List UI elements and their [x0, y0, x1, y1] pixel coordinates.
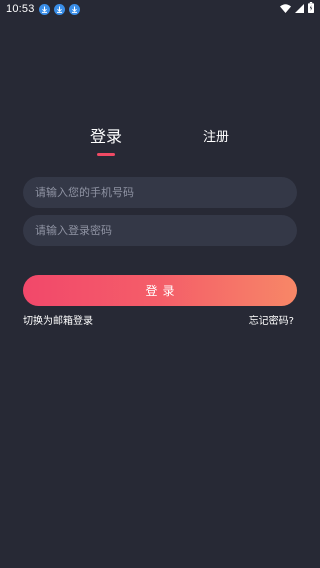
- phone-input[interactable]: [23, 177, 297, 208]
- download-icon: [53, 3, 65, 15]
- download-icon: [38, 3, 50, 15]
- status-bar: 10:53: [0, 0, 320, 18]
- download-icon: [68, 3, 80, 15]
- tab-register[interactable]: 注册: [203, 129, 229, 147]
- wifi-icon: [280, 3, 291, 16]
- active-tab-indicator: [97, 153, 115, 156]
- status-icons: [280, 2, 314, 16]
- switch-to-email-link[interactable]: 切换为邮箱登录: [23, 315, 93, 329]
- auth-tabs: 登录 注册: [0, 126, 320, 160]
- login-screen: 10:53 登录 注册 登录 切换为邮箱登录 忘记密码?: [0, 0, 320, 568]
- signal-icon: [295, 3, 304, 16]
- login-button[interactable]: 登录: [23, 275, 297, 306]
- tab-login[interactable]: 登录: [90, 126, 122, 148]
- forgot-password-link[interactable]: 忘记密码?: [249, 315, 294, 329]
- battery-icon: [308, 2, 314, 16]
- password-input[interactable]: [23, 215, 297, 246]
- status-time: 10:53: [6, 3, 35, 15]
